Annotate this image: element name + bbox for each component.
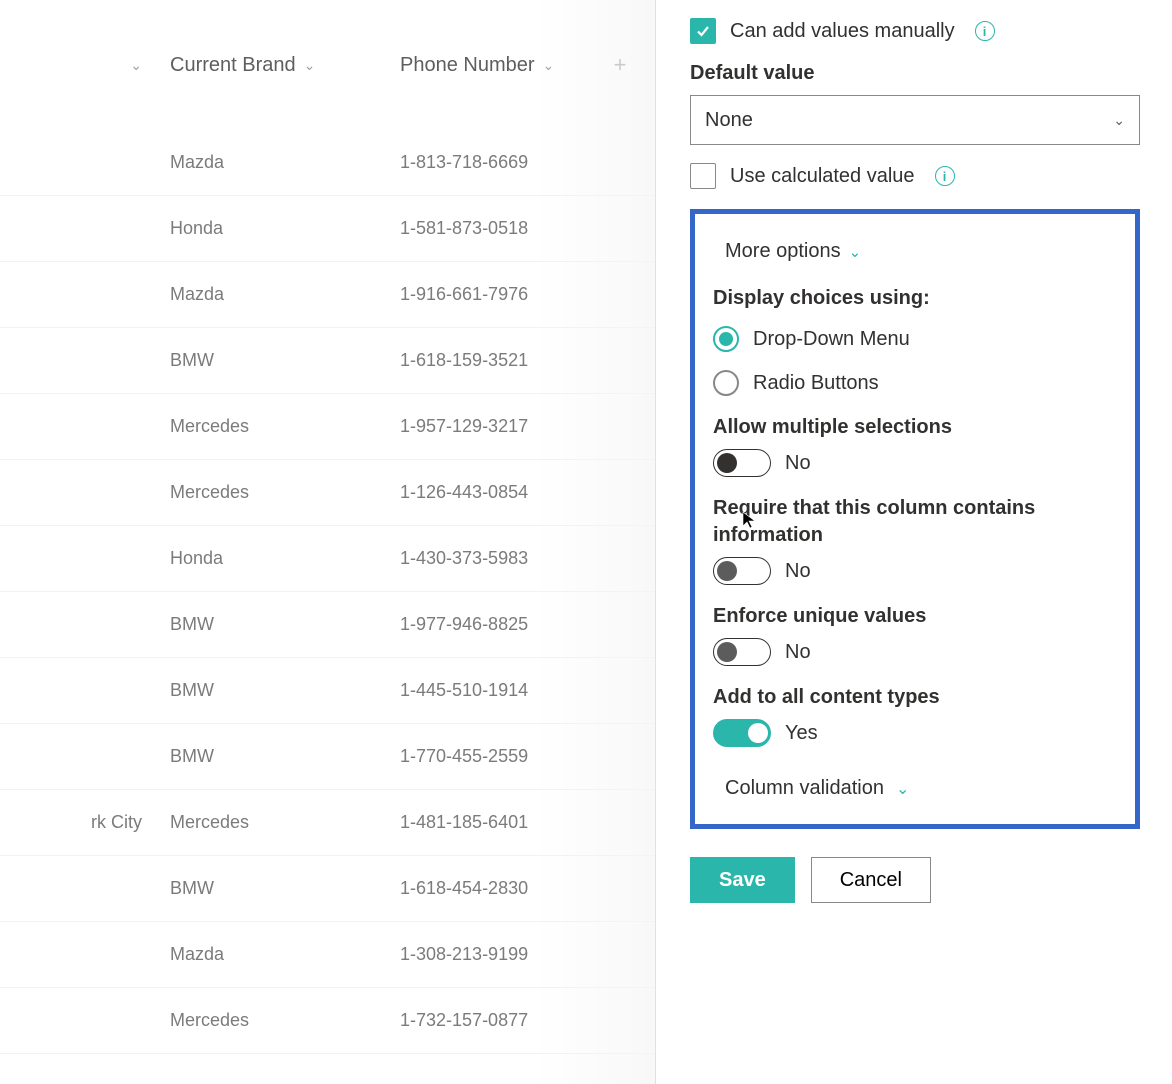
add-all-types-label: Add to all content types: [713, 684, 1117, 711]
info-icon[interactable]: i: [935, 166, 955, 186]
cell-phone: 1-618-454-2830: [400, 878, 600, 899]
column-settings-panel: Can add values manually i Default value …: [655, 0, 1172, 1084]
cell-phone: 1-430-373-5983: [400, 548, 600, 569]
allow-multi-toggle-row: No: [713, 449, 1117, 477]
cell-phone: 1-957-129-3217: [400, 416, 600, 437]
table-row[interactable]: Mazda1-813-718-6669: [0, 130, 655, 196]
save-button[interactable]: Save: [690, 857, 795, 903]
chevron-down-icon: ⌄: [849, 243, 862, 261]
display-choice-radio[interactable]: Radio Buttons: [713, 370, 1117, 396]
column-header-city[interactable]: ⌄: [0, 57, 170, 74]
can-add-values-checkbox[interactable]: [690, 18, 716, 44]
column-header-phone[interactable]: Phone Number ⌄: [400, 54, 600, 77]
cell-brand: Mercedes: [170, 1010, 400, 1031]
enforce-unique-toggle[interactable]: [713, 638, 771, 666]
cell-brand: BMW: [170, 680, 400, 701]
cell-brand: BMW: [170, 746, 400, 767]
cell-brand: Mazda: [170, 284, 400, 305]
chevron-down-icon: ⌄: [543, 57, 555, 74]
table-row[interactable]: Honda1-430-373-5983: [0, 526, 655, 592]
column-header-current-brand[interactable]: Current Brand ⌄: [170, 54, 400, 77]
default-value-label: Default value: [690, 62, 1140, 85]
add-column-button[interactable]: +: [600, 52, 640, 78]
cell-phone: 1-916-661-7976: [400, 284, 600, 305]
cell-phone: 1-481-185-6401: [400, 812, 600, 833]
table-row[interactable]: Mercedes1-732-157-0877: [0, 988, 655, 1054]
table-body: Mazda1-813-718-6669Honda1-581-873-0518Ma…: [0, 130, 655, 1054]
table-row[interactable]: Mazda1-308-213-9199: [0, 922, 655, 988]
use-calculated-row: Use calculated value i: [690, 163, 1140, 189]
cell-brand: Mercedes: [170, 416, 400, 437]
cell-phone: 1-308-213-9199: [400, 944, 600, 965]
cell-brand: BMW: [170, 614, 400, 635]
cell-brand: Mercedes: [170, 482, 400, 503]
use-calculated-checkbox[interactable]: [690, 163, 716, 189]
require-info-toggle-row: No: [713, 557, 1117, 585]
require-info-label: Require that this column contains inform…: [713, 495, 1117, 549]
cell-city: rk City: [0, 812, 170, 833]
cell-brand: Honda: [170, 548, 400, 569]
cell-phone: 1-581-873-0518: [400, 218, 600, 239]
more-options-toggle[interactable]: More options ⌄: [725, 240, 1117, 263]
radio-unselected-icon: [713, 370, 739, 396]
table-row[interactable]: rk CityMercedes1-481-185-6401: [0, 790, 655, 856]
table-row[interactable]: Mazda1-916-661-7976: [0, 262, 655, 328]
table-row[interactable]: BMW1-445-510-1914: [0, 658, 655, 724]
use-calculated-label: Use calculated value: [730, 165, 915, 188]
cell-phone: 1-445-510-1914: [400, 680, 600, 701]
cell-phone: 1-732-157-0877: [400, 1010, 600, 1031]
default-value-text: None: [705, 109, 753, 132]
more-options-section: More options ⌄ Display choices using: Dr…: [690, 209, 1140, 829]
panel-footer: Save Cancel: [690, 857, 1140, 903]
cell-phone: 1-977-946-8825: [400, 614, 600, 635]
info-icon[interactable]: i: [975, 21, 995, 41]
table-row[interactable]: Mercedes1-126-443-0854: [0, 460, 655, 526]
cell-brand: Mercedes: [170, 812, 400, 833]
can-add-values-label: Can add values manually: [730, 20, 955, 43]
chevron-down-icon: ⌄: [896, 779, 909, 799]
cell-phone: 1-126-443-0854: [400, 482, 600, 503]
cell-brand: BMW: [170, 878, 400, 899]
chevron-down-icon: ⌄: [304, 57, 316, 74]
add-all-types-toggle[interactable]: [713, 719, 771, 747]
can-add-values-row: Can add values manually i: [690, 18, 1140, 44]
cell-phone: 1-813-718-6669: [400, 152, 600, 173]
cell-phone: 1-618-159-3521: [400, 350, 600, 371]
display-choice-dropdown[interactable]: Drop-Down Menu: [713, 326, 1117, 352]
table-row[interactable]: BMW1-618-454-2830: [0, 856, 655, 922]
list-grid: ⌄ Current Brand ⌄ Phone Number ⌄ + Mazda…: [0, 0, 655, 1084]
column-headers: ⌄ Current Brand ⌄ Phone Number ⌄ +: [0, 0, 655, 130]
table-row[interactable]: BMW1-977-946-8825: [0, 592, 655, 658]
cell-brand: Mazda: [170, 944, 400, 965]
default-value-select[interactable]: None ⌄: [690, 95, 1140, 145]
chevron-down-icon: ⌄: [1113, 112, 1125, 129]
cell-brand: BMW: [170, 350, 400, 371]
chevron-down-icon: ⌄: [130, 57, 142, 74]
cell-phone: 1-770-455-2559: [400, 746, 600, 767]
table-row[interactable]: Mercedes1-957-129-3217: [0, 394, 655, 460]
column-validation-toggle[interactable]: Column validation ⌄: [725, 777, 1117, 800]
allow-multi-toggle[interactable]: [713, 449, 771, 477]
table-row[interactable]: Honda1-581-873-0518: [0, 196, 655, 262]
display-choices-label: Display choices using:: [713, 287, 1117, 310]
cell-brand: Honda: [170, 218, 400, 239]
require-info-toggle[interactable]: [713, 557, 771, 585]
cell-brand: Mazda: [170, 152, 400, 173]
enforce-unique-toggle-row: No: [713, 638, 1117, 666]
allow-multi-label: Allow multiple selections: [713, 414, 1117, 441]
add-all-types-toggle-row: Yes: [713, 719, 1117, 747]
table-row[interactable]: BMW1-618-159-3521: [0, 328, 655, 394]
table-row[interactable]: BMW1-770-455-2559: [0, 724, 655, 790]
enforce-unique-label: Enforce unique values: [713, 603, 1117, 630]
cancel-button[interactable]: Cancel: [811, 857, 931, 903]
radio-selected-icon: [713, 326, 739, 352]
